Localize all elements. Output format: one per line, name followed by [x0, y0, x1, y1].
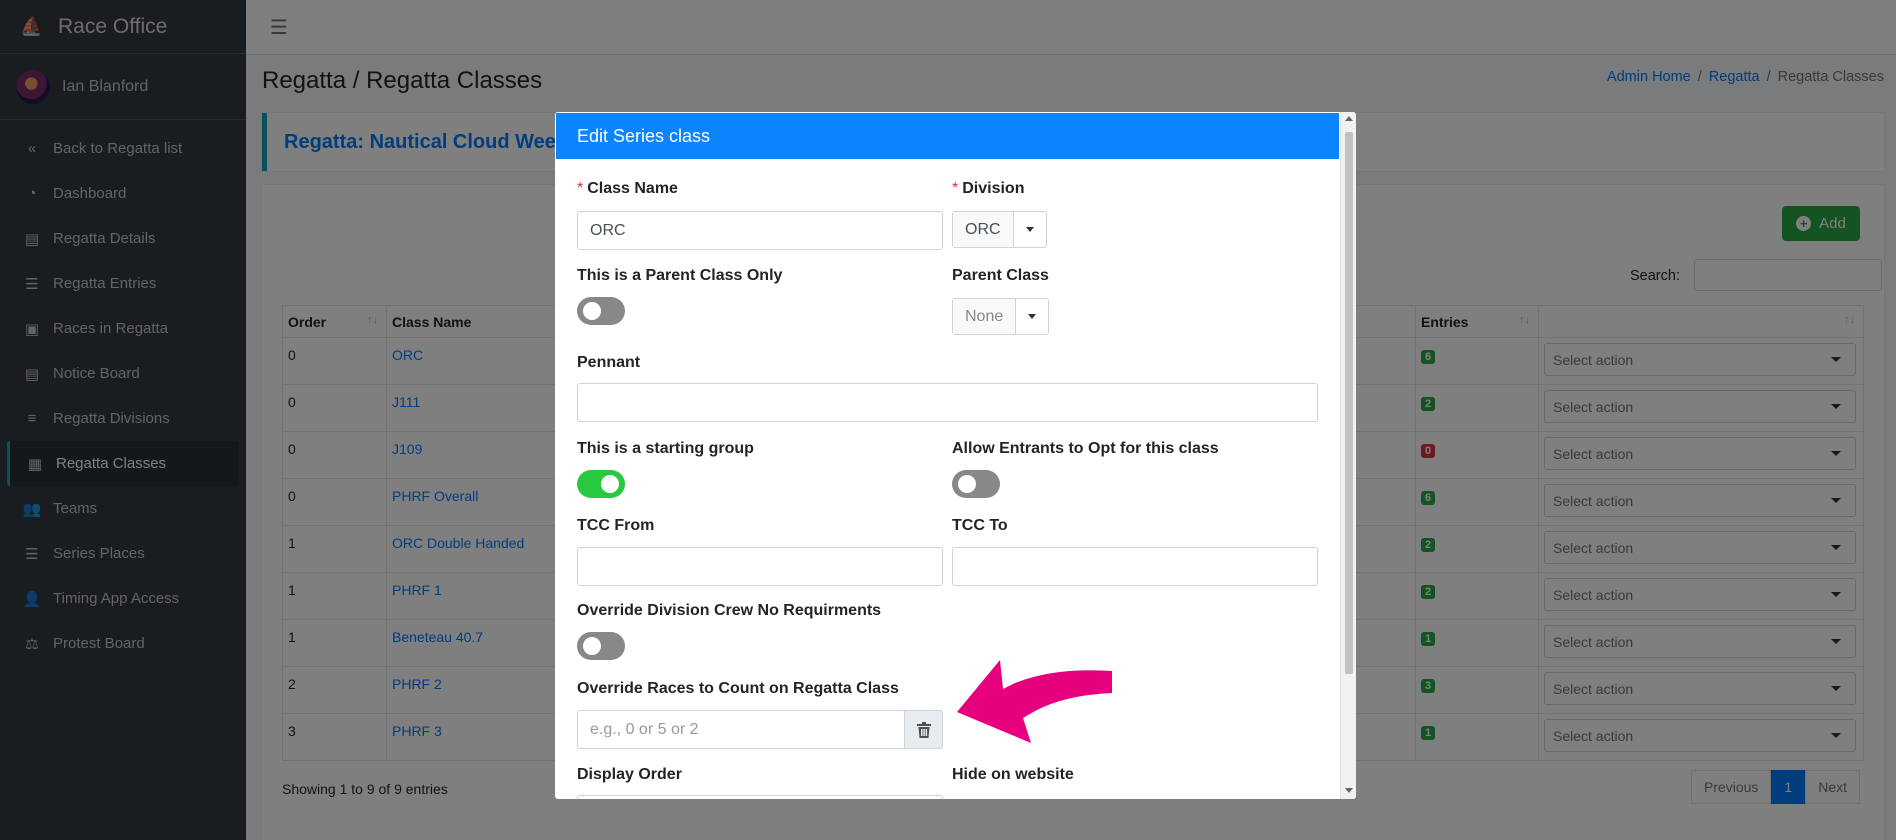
- tcc-from-input[interactable]: [577, 547, 943, 586]
- division-select[interactable]: ORC: [952, 211, 1047, 248]
- modal-scrollbar[interactable]: [1340, 112, 1356, 799]
- hide-website-label: Hide on website: [952, 766, 1074, 783]
- modal-title: Edit Series class: [577, 125, 711, 146]
- division-label: * Division: [952, 180, 1025, 197]
- division-dropdown-caret-icon[interactable]: [1014, 212, 1046, 247]
- annotation-arrow-icon: [957, 660, 1112, 743]
- parent-class-dropdown-caret-icon[interactable]: [1016, 299, 1048, 334]
- scrollbar-thumb[interactable]: [1345, 132, 1353, 674]
- parent-class-value: None: [953, 299, 1017, 334]
- class-name-input[interactable]: ORC: [577, 211, 943, 250]
- clear-override-races-button[interactable]: [905, 710, 943, 749]
- override-races-input[interactable]: e.g., 0 or 5 or 2: [577, 710, 905, 749]
- parent-class-label: Parent Class: [952, 267, 1049, 284]
- trash-icon: [916, 721, 931, 738]
- allow-opt-label: Allow Entrants to Opt for this class: [952, 440, 1219, 457]
- scroll-down-icon[interactable]: [1345, 788, 1353, 793]
- division-value: ORC: [953, 212, 1014, 247]
- modal-header: Edit Series class: [556, 113, 1339, 159]
- display-order-input[interactable]: [577, 795, 943, 799]
- pennant-label: Pennant: [577, 354, 641, 371]
- tcc-from-label: TCC From: [577, 517, 655, 534]
- parent-only-label: This is a Parent Class Only: [577, 267, 783, 284]
- starting-group-label: This is a starting group: [577, 440, 754, 457]
- override-crew-toggle[interactable]: [577, 632, 625, 660]
- scroll-up-icon[interactable]: [1345, 116, 1353, 121]
- tcc-to-label: TCC To: [952, 517, 1008, 534]
- display-order-label: Display Order: [577, 766, 682, 783]
- allow-opt-toggle[interactable]: [952, 470, 1000, 498]
- parent-class-select[interactable]: None: [952, 298, 1050, 335]
- starting-group-toggle[interactable]: [577, 470, 625, 498]
- tcc-to-input[interactable]: [952, 547, 1318, 586]
- pennant-input[interactable]: [577, 383, 1318, 422]
- override-races-label: Override Races to Count on Regatta Class: [577, 680, 899, 697]
- override-crew-label: Override Division Crew No Requirments: [577, 602, 882, 619]
- class-name-label: * Class Name: [577, 180, 678, 197]
- parent-only-toggle[interactable]: [577, 297, 625, 325]
